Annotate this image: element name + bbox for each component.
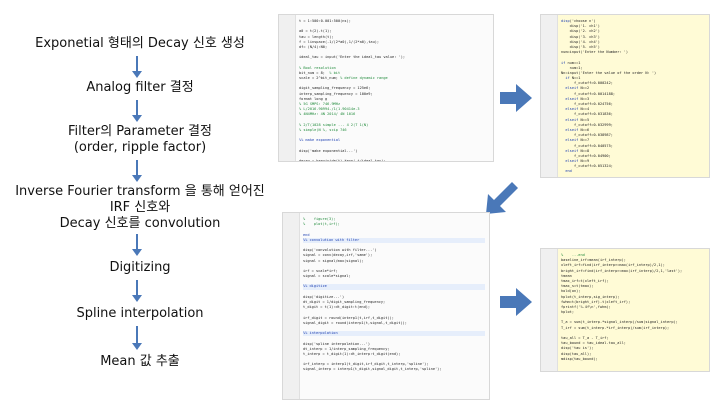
block-arrow-right-icon xyxy=(500,84,532,112)
block-arrow-down-left-icon xyxy=(486,180,518,214)
code-screenshot-convolution: % figure(3); % plot(t,irf); end %% convo… xyxy=(282,212,490,400)
step-label: Filter의 Parameter 결정 (order, ripple fact… xyxy=(68,124,212,155)
process-flow: Exponetial 형태의 Decay 신호 생성 Analog filter… xyxy=(0,0,280,405)
code-screenshot-filter-order: disp('choose n') disp('1. ch1') disp('2.… xyxy=(540,14,710,178)
line-number-gutter xyxy=(541,249,558,371)
step-label: Analog filter 결정 xyxy=(86,80,194,95)
arrow-down-icon xyxy=(130,234,144,256)
step-digitizing: Digitizing xyxy=(0,260,280,276)
code-screenshot-mean: % ...end baseline_irf=mean(irf_interp); … xyxy=(540,248,710,372)
code-screenshot-decay: t = 1:500:0.001:500(ns); a0 = t(2)-t(1);… xyxy=(278,14,494,162)
step-label: Digitizing xyxy=(109,260,171,275)
step-convolution: Inverse Fourier transform 을 통해 얻어진 IRF 신… xyxy=(0,184,280,232)
arrow-down-icon xyxy=(130,56,144,78)
arrow-down-icon xyxy=(130,100,144,122)
code-lines: % ...end baseline_irf=mean(irf_interp); … xyxy=(561,253,683,361)
line-number-gutter xyxy=(283,213,300,399)
step-decay-signal: Exponetial 형태의 Decay 신호 생성 xyxy=(0,36,280,52)
arrow-down-icon xyxy=(130,326,144,350)
arrow-down-icon xyxy=(130,160,144,182)
line-number-gutter xyxy=(279,15,296,161)
code-lines: t = 1:500:0.001:500(ns); a0 = t(2)-t(1);… xyxy=(299,19,406,162)
block-arrow-right-icon xyxy=(500,288,532,316)
step-mean-extraction: Mean 값 추출 xyxy=(0,354,280,370)
step-label: Exponetial 형태의 Decay 신호 생성 xyxy=(35,36,245,51)
step-label: Inverse Fourier transform 을 통해 얻어진 IRF 신… xyxy=(15,184,265,231)
code-lines: disp('choose n') disp('1. ch1') disp('2.… xyxy=(561,19,657,174)
line-number-gutter xyxy=(541,15,558,177)
step-filter-parameters: Filter의 Parameter 결정 (order, ripple fact… xyxy=(0,124,280,156)
arrow-down-icon xyxy=(130,280,144,302)
step-analog-filter: Analog filter 결정 xyxy=(0,80,280,96)
step-label: Spline interpolation xyxy=(76,306,204,321)
step-spline-interpolation: Spline interpolation xyxy=(0,306,280,322)
code-lines: % figure(3); % plot(t,irf); end %% convo… xyxy=(303,217,485,373)
step-label: Mean 값 추출 xyxy=(100,354,180,369)
